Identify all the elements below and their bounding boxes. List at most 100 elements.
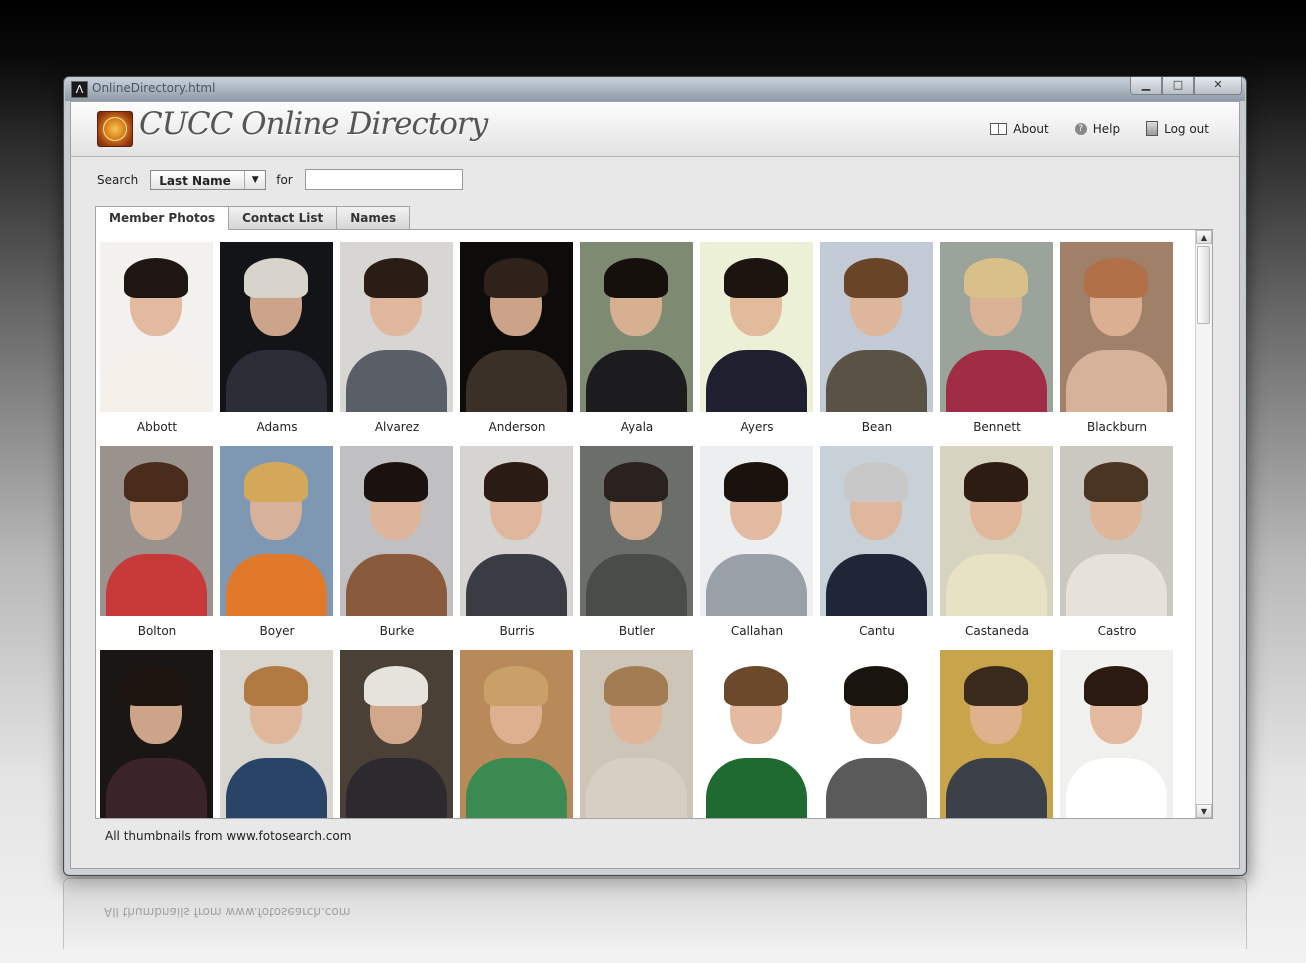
member-photo[interactable]	[460, 242, 573, 412]
member-card[interactable]	[460, 650, 574, 818]
member-card[interactable]	[820, 650, 934, 818]
photo-hair-shape	[124, 258, 188, 298]
member-photo[interactable]	[580, 242, 693, 412]
member-photo[interactable]	[1060, 446, 1173, 616]
member-card[interactable]: Castaneda	[940, 446, 1054, 638]
member-card[interactable]: Bean	[820, 242, 934, 434]
member-name[interactable]: Cantu	[820, 624, 934, 638]
member-card[interactable]: Bolton	[100, 446, 214, 638]
member-card[interactable]	[1060, 650, 1174, 818]
nav-about[interactable]: About	[990, 121, 1049, 136]
member-name[interactable]: Bennett	[940, 420, 1054, 434]
view-tabs: Member Photos Contact List Names	[95, 206, 411, 230]
member-photo[interactable]	[100, 242, 213, 412]
vertical-scrollbar[interactable]: ▲ ▼	[1195, 230, 1212, 818]
search-field-select[interactable]: Last Name ▼	[150, 169, 267, 190]
member-name[interactable]: Butler	[580, 624, 694, 638]
member-card[interactable]	[580, 650, 694, 818]
tab-member-photos[interactable]: Member Photos	[95, 206, 230, 230]
member-name[interactable]: Anderson	[460, 420, 574, 434]
member-card[interactable]	[340, 650, 454, 818]
member-photo[interactable]	[460, 650, 573, 818]
member-photo[interactable]	[220, 650, 333, 818]
member-photo[interactable]	[340, 242, 453, 412]
member-name[interactable]: Bean	[820, 420, 934, 434]
member-card[interactable]: Butler	[580, 446, 694, 638]
member-photo[interactable]	[820, 446, 933, 616]
member-photo[interactable]	[700, 650, 813, 818]
member-name[interactable]: Adams	[220, 420, 334, 434]
member-name[interactable]: Burke	[340, 624, 454, 638]
member-photo[interactable]	[940, 650, 1053, 818]
member-card[interactable]	[220, 650, 334, 818]
member-card[interactable]: Cantu	[820, 446, 934, 638]
close-button[interactable]: ✕	[1194, 77, 1242, 95]
tab-names[interactable]: Names	[336, 206, 411, 229]
member-card[interactable]: Burke	[340, 446, 454, 638]
member-photo[interactable]	[340, 446, 453, 616]
member-name[interactable]: Abbott	[100, 420, 214, 434]
scroll-up-arrow-icon[interactable]: ▲	[1196, 230, 1212, 244]
scrollbar-thumb[interactable]	[1197, 246, 1210, 324]
member-photo[interactable]	[940, 242, 1053, 412]
nav-help[interactable]: ? Help	[1074, 121, 1120, 136]
search-input[interactable]	[304, 169, 463, 190]
member-photo[interactable]	[700, 242, 813, 412]
member-card[interactable]: Abbott	[100, 242, 214, 434]
photo-body-shape	[946, 350, 1047, 412]
member-photo[interactable]	[100, 446, 213, 616]
member-card[interactable]: Callahan	[700, 446, 814, 638]
member-card[interactable]: Castro	[1060, 446, 1174, 638]
member-photo[interactable]	[580, 446, 693, 616]
member-card[interactable]: Boyer	[220, 446, 334, 638]
member-name[interactable]: Bolton	[100, 624, 214, 638]
member-card[interactable]: Ayers	[700, 242, 814, 434]
member-card[interactable]: Anderson	[460, 242, 574, 434]
member-photo[interactable]	[1060, 242, 1173, 412]
help-icon: ?	[1074, 122, 1087, 135]
member-photo[interactable]	[580, 650, 693, 818]
member-photo[interactable]	[820, 242, 933, 412]
photo-body-shape	[106, 758, 207, 818]
member-name[interactable]: Alvarez	[340, 420, 454, 434]
tab-contact-list[interactable]: Contact List	[228, 206, 338, 229]
member-name[interactable]: Boyer	[220, 624, 334, 638]
photo-hair-shape	[604, 258, 668, 298]
member-photo[interactable]	[220, 242, 333, 412]
member-card[interactable]: Blackburn	[1060, 242, 1174, 434]
member-photo[interactable]	[820, 650, 933, 818]
title-bar[interactable]: Λ OnlineDirectory.html ▁ □ ✕	[64, 77, 1246, 101]
scroll-down-arrow-icon[interactable]: ▼	[1196, 804, 1212, 818]
member-photo[interactable]	[340, 650, 453, 818]
member-photo[interactable]	[940, 446, 1053, 616]
photo-hair-shape	[364, 258, 428, 298]
member-name[interactable]: Callahan	[700, 624, 814, 638]
minimize-button[interactable]: ▁	[1130, 77, 1162, 95]
member-name[interactable]: Ayala	[580, 420, 694, 434]
member-card[interactable]: Adams	[220, 242, 334, 434]
member-card[interactable]: Burris	[460, 446, 574, 638]
nav-logout-label: Log out	[1164, 121, 1209, 136]
member-card[interactable]: Bennett	[940, 242, 1054, 434]
photo-body-shape	[1066, 350, 1167, 412]
member-card[interactable]	[700, 650, 814, 818]
member-photo[interactable]	[700, 446, 813, 616]
member-card[interactable]: Ayala	[580, 242, 694, 434]
member-name[interactable]: Blackburn	[1060, 420, 1174, 434]
member-name[interactable]: Ayers	[700, 420, 814, 434]
member-photo[interactable]	[220, 446, 333, 616]
member-photo[interactable]	[460, 446, 573, 616]
member-photo[interactable]	[100, 650, 213, 818]
member-photo[interactable]	[1060, 650, 1173, 818]
member-card[interactable]	[940, 650, 1054, 818]
app-icon: Λ	[71, 81, 88, 98]
member-name[interactable]: Burris	[460, 624, 574, 638]
member-card[interactable]	[100, 650, 214, 818]
photo-body-shape	[466, 758, 567, 818]
member-card[interactable]: Alvarez	[340, 242, 454, 434]
maximize-button[interactable]: □	[1162, 77, 1194, 95]
nav-logout[interactable]: Log out	[1146, 121, 1209, 136]
member-name[interactable]: Castro	[1060, 624, 1174, 638]
member-name[interactable]: Castaneda	[940, 624, 1054, 638]
dropdown-arrow-icon[interactable]: ▼	[244, 170, 265, 189]
